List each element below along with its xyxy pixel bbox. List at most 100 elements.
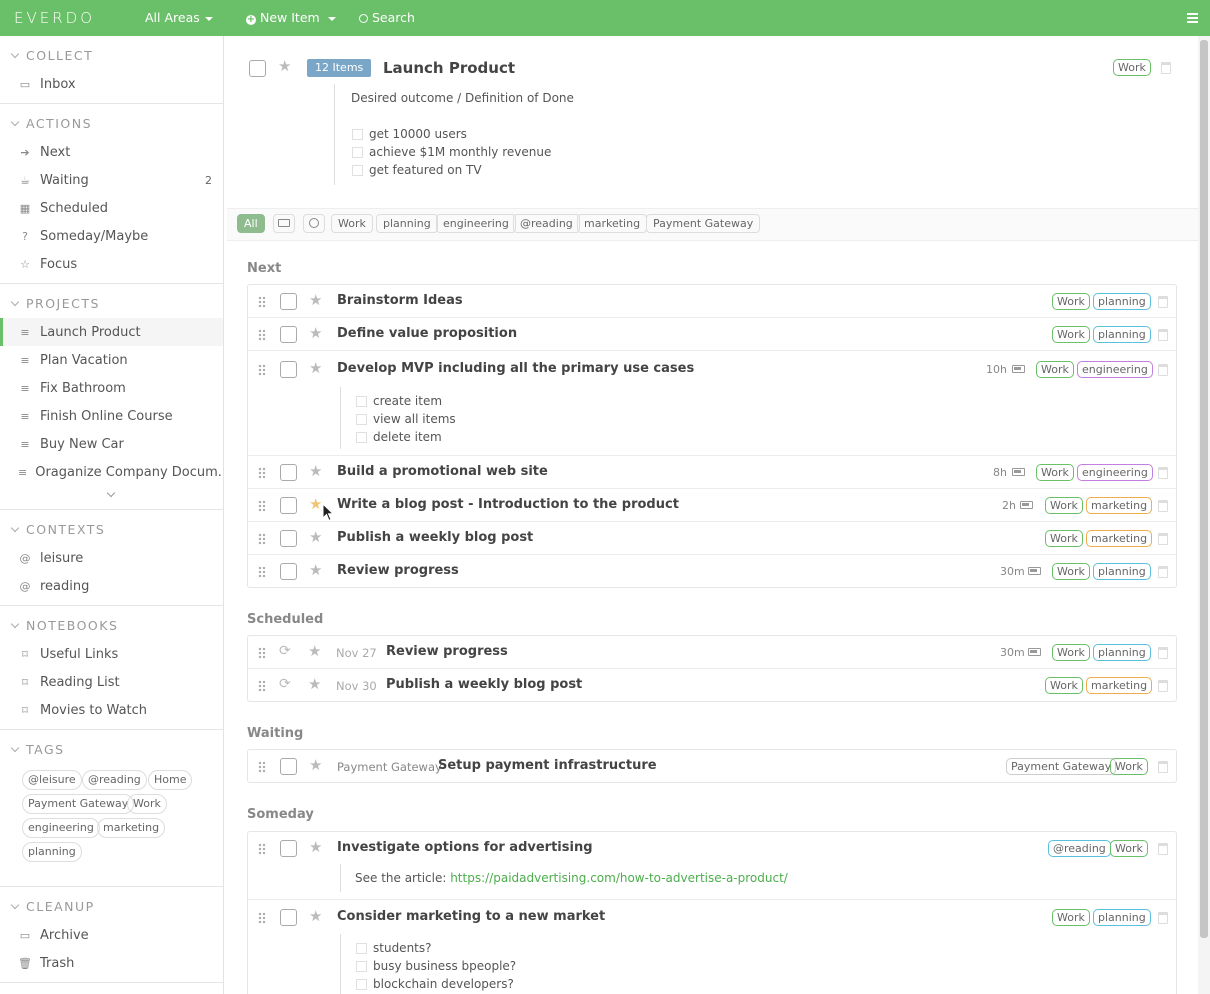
tag-chip[interactable]: @leisure bbox=[22, 770, 82, 790]
task-title[interactable]: Consider marketing to a new market bbox=[337, 909, 605, 924]
task-title[interactable]: Build a promotional web site bbox=[337, 464, 548, 479]
task-row[interactable]: ★ Develop MVP including all the primary … bbox=[248, 351, 1176, 456]
filter-clock[interactable] bbox=[303, 214, 325, 233]
tag-planning[interactable]: planning bbox=[1093, 563, 1151, 580]
sidebar-item-leisure[interactable]: @ leisure bbox=[0, 544, 223, 572]
drag-handle-icon[interactable] bbox=[258, 533, 266, 545]
subtask-checkbox[interactable] bbox=[356, 414, 367, 425]
task-checkbox[interactable] bbox=[280, 293, 297, 310]
trash-icon[interactable] bbox=[1158, 533, 1168, 545]
drag-handle-icon[interactable] bbox=[258, 500, 266, 512]
menu-icon[interactable] bbox=[1187, 13, 1198, 23]
task-checkbox[interactable] bbox=[280, 361, 297, 378]
star-icon[interactable]: ★ bbox=[309, 909, 322, 924]
subtask-checkbox[interactable] bbox=[356, 396, 367, 407]
tag-planning[interactable]: planning bbox=[1093, 909, 1151, 926]
task-row[interactable]: ★ Write a blog post - Introduction to th… bbox=[248, 489, 1176, 522]
task-row[interactable]: ★ Build a promotional web site 8h Work e… bbox=[248, 456, 1176, 489]
tag-engineering[interactable]: engineering bbox=[1077, 361, 1153, 378]
trash-icon[interactable] bbox=[1161, 62, 1171, 74]
sidebar-item-fix-bathroom[interactable]: ≡ Fix Bathroom bbox=[0, 374, 223, 402]
drag-handle-icon[interactable] bbox=[258, 912, 266, 924]
filter-reading[interactable]: @reading bbox=[513, 214, 580, 233]
tag-work[interactable]: Work bbox=[1052, 563, 1090, 580]
tag-work[interactable]: Work bbox=[1045, 530, 1083, 547]
sidebar-item-movies[interactable]: ⌑ Movies to Watch bbox=[0, 696, 223, 724]
task-title[interactable]: Brainstorm Ideas bbox=[337, 293, 463, 308]
tag-planning[interactable]: planning bbox=[1093, 326, 1151, 343]
section-actions[interactable]: ACTIONS bbox=[10, 116, 92, 131]
tag-work[interactable]: Work bbox=[1052, 909, 1090, 926]
drag-handle-icon[interactable] bbox=[258, 761, 266, 773]
task-title[interactable]: Develop MVP including all the primary us… bbox=[337, 361, 694, 376]
sidebar-item-finish-online-course[interactable]: ≡ Finish Online Course bbox=[0, 402, 223, 430]
tag-work[interactable]: Work bbox=[1052, 644, 1090, 661]
sidebar-item-focus[interactable]: ☆ Focus bbox=[0, 250, 223, 278]
areas-dropdown[interactable]: All Areas bbox=[145, 10, 213, 25]
task-row[interactable]: ⟳ ★ Nov 27 Review progress 30m Work plan… bbox=[248, 636, 1176, 669]
trash-icon[interactable] bbox=[1158, 296, 1168, 308]
tag-chip[interactable]: planning bbox=[22, 842, 82, 862]
tag-work[interactable]: Work bbox=[1113, 59, 1151, 76]
tag-work[interactable]: Work bbox=[1110, 840, 1148, 857]
section-cleanup[interactable]: CLEANUP bbox=[10, 899, 95, 914]
filter-engineering[interactable]: engineering bbox=[436, 214, 516, 233]
star-icon[interactable]: ★ bbox=[309, 326, 322, 341]
trash-icon[interactable] bbox=[1158, 680, 1168, 692]
task-checkbox[interactable] bbox=[280, 840, 297, 857]
task-checkbox[interactable] bbox=[280, 326, 297, 343]
task-checkbox[interactable] bbox=[280, 497, 297, 514]
sidebar-item-trash[interactable]: 🗑 Trash bbox=[0, 949, 223, 977]
drag-handle-icon[interactable] bbox=[258, 467, 266, 479]
drag-handle-icon[interactable] bbox=[258, 647, 266, 659]
drag-handle-icon[interactable] bbox=[258, 566, 266, 578]
star-icon[interactable]: ★ bbox=[308, 644, 321, 659]
filter-battery[interactable] bbox=[273, 214, 295, 233]
trash-icon[interactable] bbox=[1158, 500, 1168, 512]
drag-handle-icon[interactable] bbox=[258, 843, 266, 855]
drag-handle-icon[interactable] bbox=[258, 680, 266, 692]
project-checkbox[interactable] bbox=[249, 60, 266, 77]
task-title[interactable]: Publish a weekly blog post bbox=[386, 677, 582, 692]
trash-icon[interactable] bbox=[1158, 647, 1168, 659]
scrollbar-thumb[interactable] bbox=[1200, 40, 1208, 938]
trash-icon[interactable] bbox=[1158, 566, 1168, 578]
task-checkbox[interactable] bbox=[280, 563, 297, 580]
task-title[interactable]: Setup payment infrastructure bbox=[438, 758, 657, 773]
star-icon[interactable]: ★ bbox=[309, 840, 322, 855]
task-row[interactable]: ★ Brainstorm Ideas Work planning bbox=[248, 285, 1176, 318]
section-tags[interactable]: TAGS bbox=[10, 742, 65, 757]
sidebar-item-archive[interactable]: ▭ Archive bbox=[0, 921, 223, 949]
tag-work[interactable]: Work bbox=[1052, 293, 1090, 310]
tag-work[interactable]: Work bbox=[1036, 361, 1074, 378]
tag-chip[interactable]: engineering bbox=[22, 818, 100, 838]
tag-work[interactable]: Work bbox=[1045, 677, 1083, 694]
tag-payment-gateway[interactable]: Payment Gateway bbox=[1006, 758, 1117, 775]
trash-icon[interactable] bbox=[1158, 912, 1168, 924]
section-projects[interactable]: PROJECTS bbox=[10, 296, 100, 311]
sidebar-item-someday[interactable]: ? Someday/Maybe bbox=[0, 222, 223, 250]
star-icon[interactable]: ★ bbox=[308, 677, 321, 692]
task-row[interactable]: ★ Review progress 30m Work planning bbox=[248, 555, 1176, 588]
task-title[interactable]: Review progress bbox=[386, 644, 508, 659]
star-icon[interactable]: ★ bbox=[309, 530, 322, 545]
tag-reading[interactable]: @reading bbox=[1048, 840, 1111, 857]
subtask-checkbox[interactable] bbox=[356, 979, 367, 990]
section-contexts[interactable]: CONTEXTS bbox=[10, 522, 105, 537]
subtask-checkbox[interactable] bbox=[356, 961, 367, 972]
outcome-checkbox[interactable] bbox=[352, 129, 363, 140]
project-title[interactable]: Launch Product bbox=[383, 59, 515, 77]
trash-icon[interactable] bbox=[1158, 364, 1168, 376]
expand-projects-chevron-icon[interactable] bbox=[106, 488, 116, 498]
drag-handle-icon[interactable] bbox=[258, 364, 266, 376]
tag-work[interactable]: Work bbox=[1045, 497, 1083, 514]
tag-planning[interactable]: planning bbox=[1093, 293, 1151, 310]
task-checkbox[interactable] bbox=[280, 530, 297, 547]
sidebar-item-inbox[interactable]: ▭ Inbox bbox=[0, 70, 223, 98]
sidebar-item-reading[interactable]: @ reading bbox=[0, 572, 223, 600]
star-icon[interactable]: ★ bbox=[309, 758, 322, 773]
task-title[interactable]: Write a blog post - Introduction to the … bbox=[337, 497, 679, 512]
task-title[interactable]: Investigate options for advertising bbox=[337, 840, 593, 855]
sidebar-item-scheduled[interactable]: ▦ Scheduled bbox=[0, 194, 223, 222]
sidebar-item-useful-links[interactable]: ⌑ Useful Links bbox=[0, 640, 223, 668]
